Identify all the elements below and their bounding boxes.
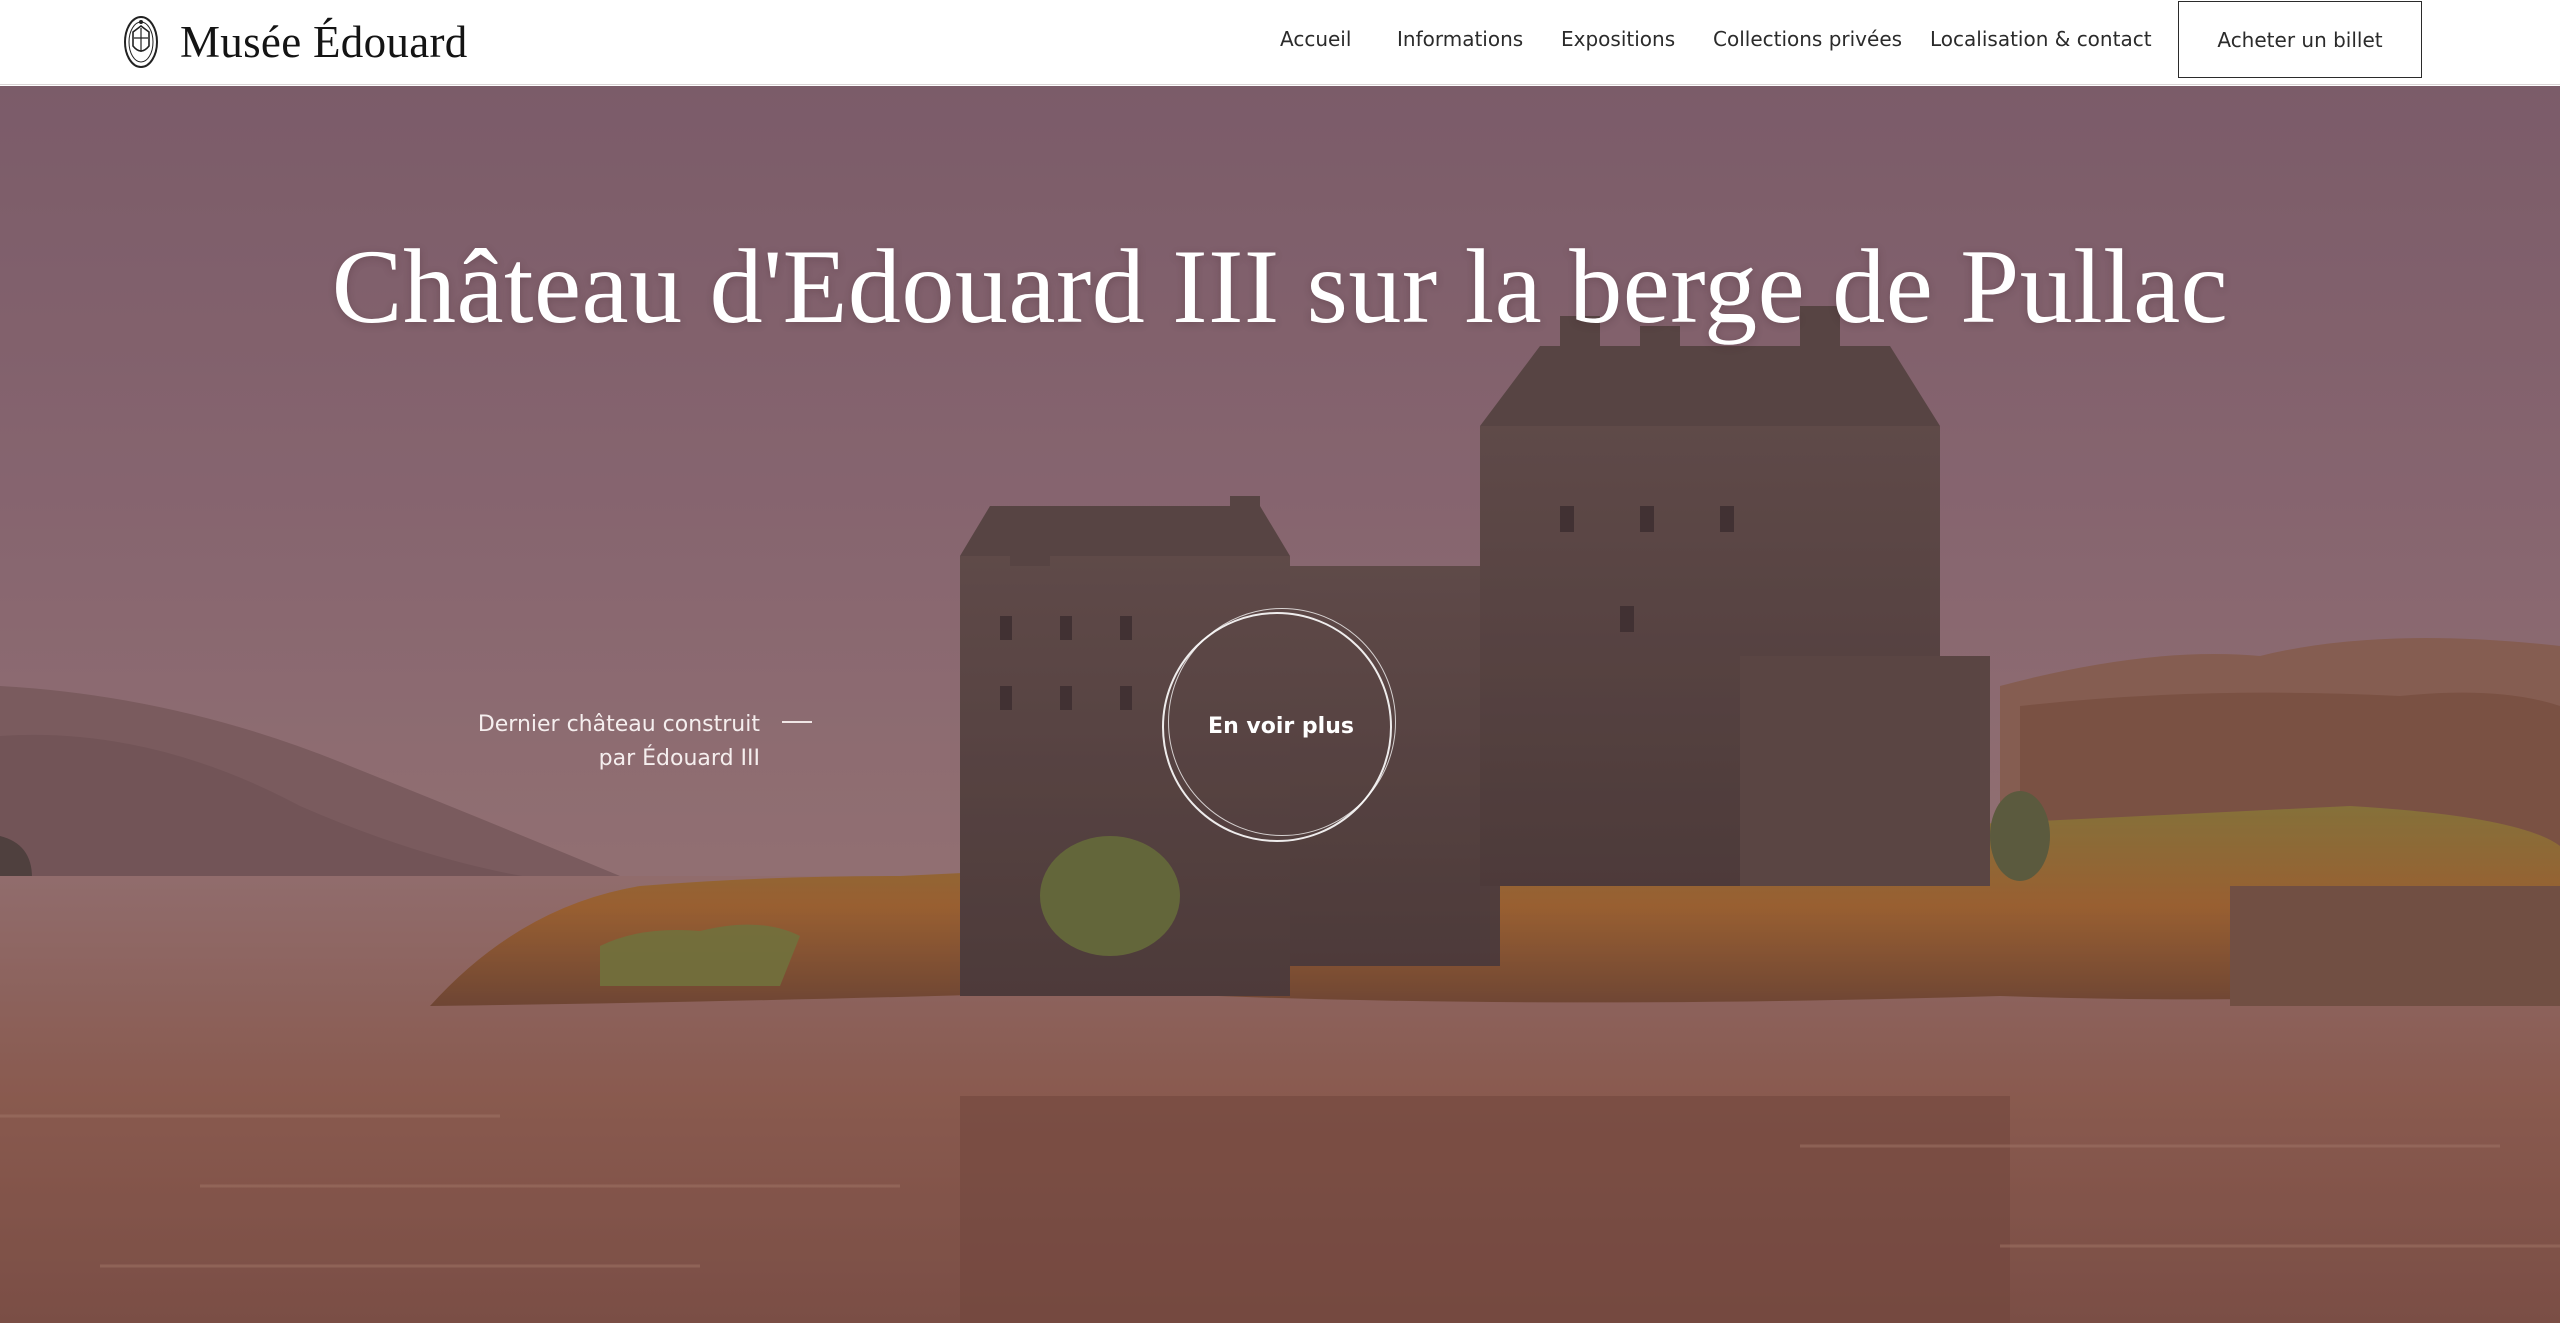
hero-title: Château d'Edouard III sur la berge de Pu… xyxy=(331,228,2229,345)
hero-section: Château d'Edouard III sur la berge de Pu… xyxy=(0,86,2560,1323)
nav-item-expositions[interactable]: Expositions xyxy=(1561,27,1675,51)
site-header: Musée Édouard Accueil Informations Expos… xyxy=(0,0,2560,85)
brand-name: Musée Édouard xyxy=(180,17,468,67)
caption-dash-divider xyxy=(782,721,812,723)
nav-item-collections-privees[interactable]: Collections privées xyxy=(1713,27,1902,51)
buy-ticket-button[interactable]: Acheter un billet xyxy=(2178,1,2422,78)
nav-item-localisation-contact[interactable]: Localisation & contact xyxy=(1930,27,2152,51)
hero-caption-line-2: par Édouard III xyxy=(598,746,760,771)
hero-caption: Dernier château construit par Édouard II… xyxy=(440,708,760,776)
see-more-label[interactable]: En voir plus xyxy=(1162,714,1400,739)
nav-item-informations[interactable]: Informations xyxy=(1397,27,1523,51)
nav-item-accueil[interactable]: Accueil xyxy=(1280,27,1351,51)
crest-icon xyxy=(124,16,158,68)
hero-caption-line-1: Dernier château construit xyxy=(477,712,760,737)
brand[interactable]: Musée Édouard xyxy=(122,12,468,72)
